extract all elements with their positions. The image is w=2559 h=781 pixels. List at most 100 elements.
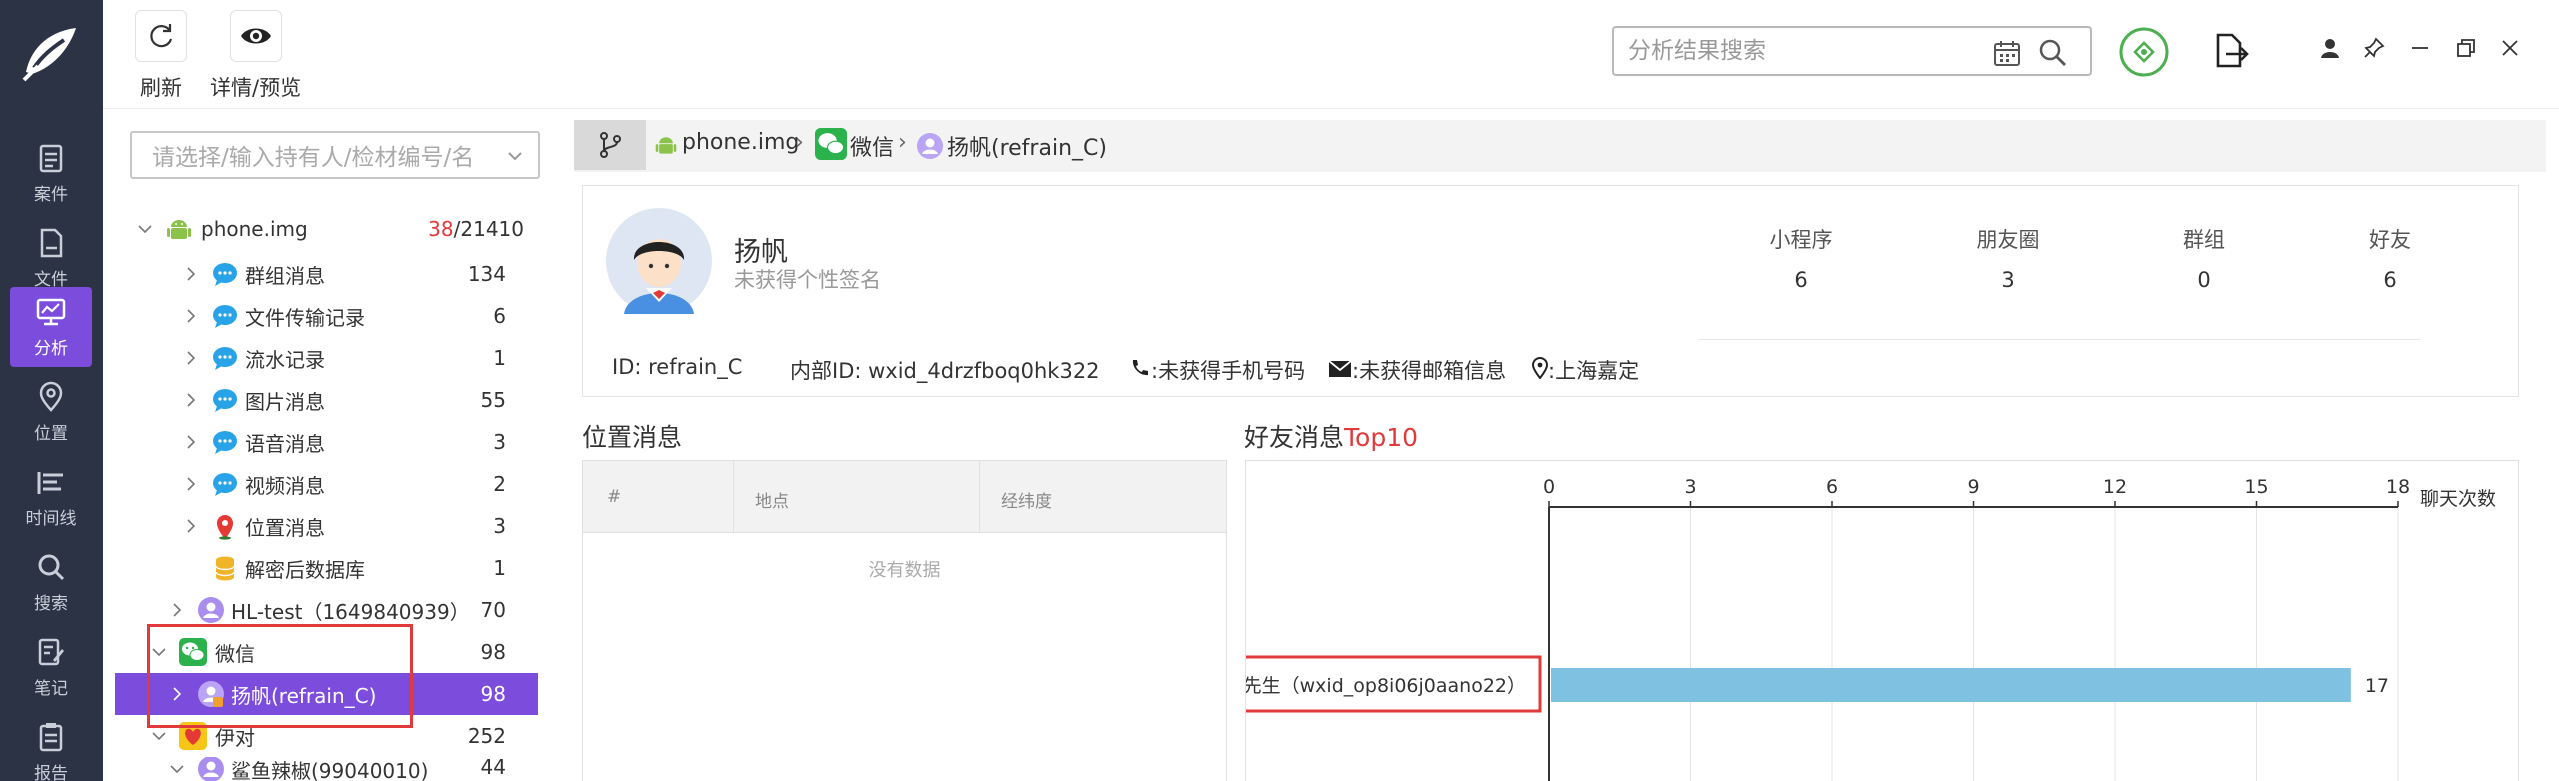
note-icon bbox=[38, 638, 64, 665]
detail-preview-label: 详情/预览 bbox=[210, 76, 302, 100]
column-header[interactable]: 经纬度 bbox=[1001, 487, 1052, 512]
minimize-icon[interactable] bbox=[2406, 34, 2434, 62]
tree-row-location-messages[interactable]: 位置消息 3 bbox=[115, 505, 538, 547]
breadcrumb-item[interactable]: 微信 bbox=[850, 130, 894, 162]
search-input[interactable] bbox=[1628, 38, 1968, 64]
chevron-right-icon[interactable] bbox=[169, 602, 185, 618]
tree-row-shayu[interactable]: 鲨鱼辣椒(99040010) 44 bbox=[115, 757, 538, 781]
tree-count: 134 bbox=[467, 262, 506, 286]
nav-label: 案件 bbox=[34, 184, 68, 205]
chevron-right-icon[interactable] bbox=[183, 434, 199, 450]
nav-label: 分析 bbox=[34, 338, 68, 359]
tree-row-root[interactable]: phone.img 38/21410 bbox=[115, 208, 538, 250]
detail-preview-button[interactable]: 详情/预览 bbox=[210, 10, 301, 102]
tree-count: 98 bbox=[480, 682, 506, 706]
tick-label: 0 bbox=[1543, 476, 1555, 498]
column-divider bbox=[979, 461, 980, 533]
email-icon bbox=[1328, 360, 1352, 377]
export-file-icon[interactable] bbox=[2212, 32, 2250, 70]
stat-value-miniprogram[interactable]: 6 bbox=[1731, 268, 1871, 292]
profile-internal-id: 内部ID: wxid_4drzfboq0hk322 bbox=[790, 359, 1100, 383]
close-icon[interactable] bbox=[2496, 34, 2524, 62]
tree-row-voice-messages[interactable]: 语音消息 3 bbox=[115, 421, 538, 463]
tree-count: 38/21410 bbox=[428, 217, 524, 241]
database-icon bbox=[215, 556, 235, 581]
user-icon[interactable] bbox=[2316, 34, 2344, 62]
chat-bubble-icon bbox=[213, 473, 237, 496]
chevron-down-icon[interactable] bbox=[137, 221, 153, 237]
search-icon bbox=[38, 554, 65, 580]
refresh-icon-box bbox=[135, 10, 187, 62]
tree-row-image-messages[interactable]: 图片消息 55 bbox=[115, 379, 538, 421]
nav-item-file[interactable]: 文件 bbox=[10, 218, 92, 298]
phone-icon bbox=[1132, 360, 1148, 376]
stat-label-moments: 朋友圈 bbox=[1976, 228, 2040, 252]
tree-count: 1 bbox=[493, 556, 506, 580]
tree-row-group-messages[interactable]: 群组消息 134 bbox=[115, 253, 538, 295]
column-header[interactable]: # bbox=[607, 487, 621, 507]
location-icon bbox=[39, 381, 63, 412]
stat-label-groups: 群组 bbox=[2183, 228, 2225, 252]
category-label: 金先生（wxid_op8i06j0aano22） bbox=[1246, 675, 1526, 697]
branch-button[interactable] bbox=[574, 120, 646, 170]
tree-count: 70 bbox=[480, 598, 506, 622]
nav-item-location[interactable]: 位置 bbox=[10, 372, 92, 452]
nav-item-search[interactable]: 搜索 bbox=[10, 542, 92, 622]
tree-row-decrypted-db[interactable]: 解密后数据库 1 bbox=[115, 547, 538, 589]
nav-label: 报告 bbox=[34, 763, 68, 781]
tree-count: 55 bbox=[480, 388, 506, 412]
tree-row-transactions[interactable]: 流水记录 1 bbox=[115, 337, 538, 379]
holder-select[interactable]: 请选择/输入持有人/检材编号/名 bbox=[130, 131, 540, 179]
chevron-down-icon[interactable] bbox=[151, 728, 167, 744]
location-section-title: 位置消息 bbox=[582, 423, 683, 452]
chevron-right-icon[interactable] bbox=[183, 308, 199, 324]
tree-row-file-transfer[interactable]: 文件传输记录 6 bbox=[115, 295, 538, 337]
search-submit-icon[interactable] bbox=[2038, 38, 2068, 68]
refresh-button[interactable]: 刷新 bbox=[135, 10, 187, 102]
chevron-right-icon[interactable] bbox=[183, 518, 199, 534]
nav-item-report[interactable]: 报告 bbox=[10, 712, 92, 781]
stat-value-friends[interactable]: 6 bbox=[2320, 268, 2460, 292]
nav-label: 位置 bbox=[34, 423, 68, 444]
search-box bbox=[1612, 26, 2092, 76]
chevron-right-icon[interactable] bbox=[183, 266, 199, 282]
calendar-icon[interactable] bbox=[1992, 38, 2022, 68]
stat-value-groups[interactable]: 0 bbox=[2134, 268, 2274, 292]
holder-select-placeholder: 请选择/输入持有人/检材编号/名 bbox=[152, 145, 475, 171]
tree-label: 群组消息 bbox=[245, 263, 325, 288]
tree-label: 文件传输记录 bbox=[245, 305, 365, 330]
chevron-down-icon[interactable] bbox=[169, 761, 185, 777]
chevron-right-icon[interactable] bbox=[183, 476, 199, 492]
tree-row-video-messages[interactable]: 视频消息 2 bbox=[115, 463, 538, 505]
breadcrumb-separator: › bbox=[795, 130, 804, 155]
chevron-right-icon[interactable] bbox=[183, 392, 199, 408]
location-table: # 地点 经纬度 没有数据 bbox=[582, 460, 1227, 781]
nav-label: 时间线 bbox=[25, 508, 77, 529]
tick-label: 12 bbox=[2103, 476, 2127, 498]
column-header[interactable]: 地点 bbox=[755, 487, 789, 512]
user-avatar-icon bbox=[198, 597, 224, 623]
nav-item-case[interactable]: 案件 bbox=[10, 133, 92, 213]
nav-item-timeline[interactable]: 时间线 bbox=[10, 457, 92, 537]
nav-label: 文件 bbox=[34, 269, 68, 290]
tree-count: 3 bbox=[493, 514, 506, 538]
nav-item-analysis[interactable]: 分析 bbox=[10, 287, 92, 367]
stat-label-miniprogram: 小程序 bbox=[1769, 228, 1833, 252]
timeline-icon bbox=[37, 471, 63, 494]
toolbar-divider bbox=[103, 108, 2559, 109]
tree-label: phone.img bbox=[201, 217, 308, 241]
tree-label: 图片消息 bbox=[245, 389, 325, 414]
shield-status-icon[interactable] bbox=[2118, 26, 2170, 78]
breadcrumb-item[interactable]: phone.img bbox=[682, 130, 799, 155]
restore-icon[interactable] bbox=[2452, 34, 2480, 62]
stat-value-moments[interactable]: 3 bbox=[1938, 268, 2078, 292]
chat-bubble-icon bbox=[213, 431, 237, 454]
chevron-right-icon[interactable] bbox=[183, 350, 199, 366]
profile-id: ID: refrain_C bbox=[612, 355, 743, 379]
breadcrumb-item[interactable]: 扬帆(refrain_C) bbox=[947, 130, 1107, 162]
tick-label: 18 bbox=[2386, 476, 2410, 498]
x-axis-label: 聊天次数 bbox=[2420, 488, 2496, 510]
nav-item-note[interactable]: 笔记 bbox=[10, 627, 92, 707]
tree-label: 语音消息 bbox=[245, 431, 325, 456]
pin-icon[interactable] bbox=[2360, 34, 2388, 62]
